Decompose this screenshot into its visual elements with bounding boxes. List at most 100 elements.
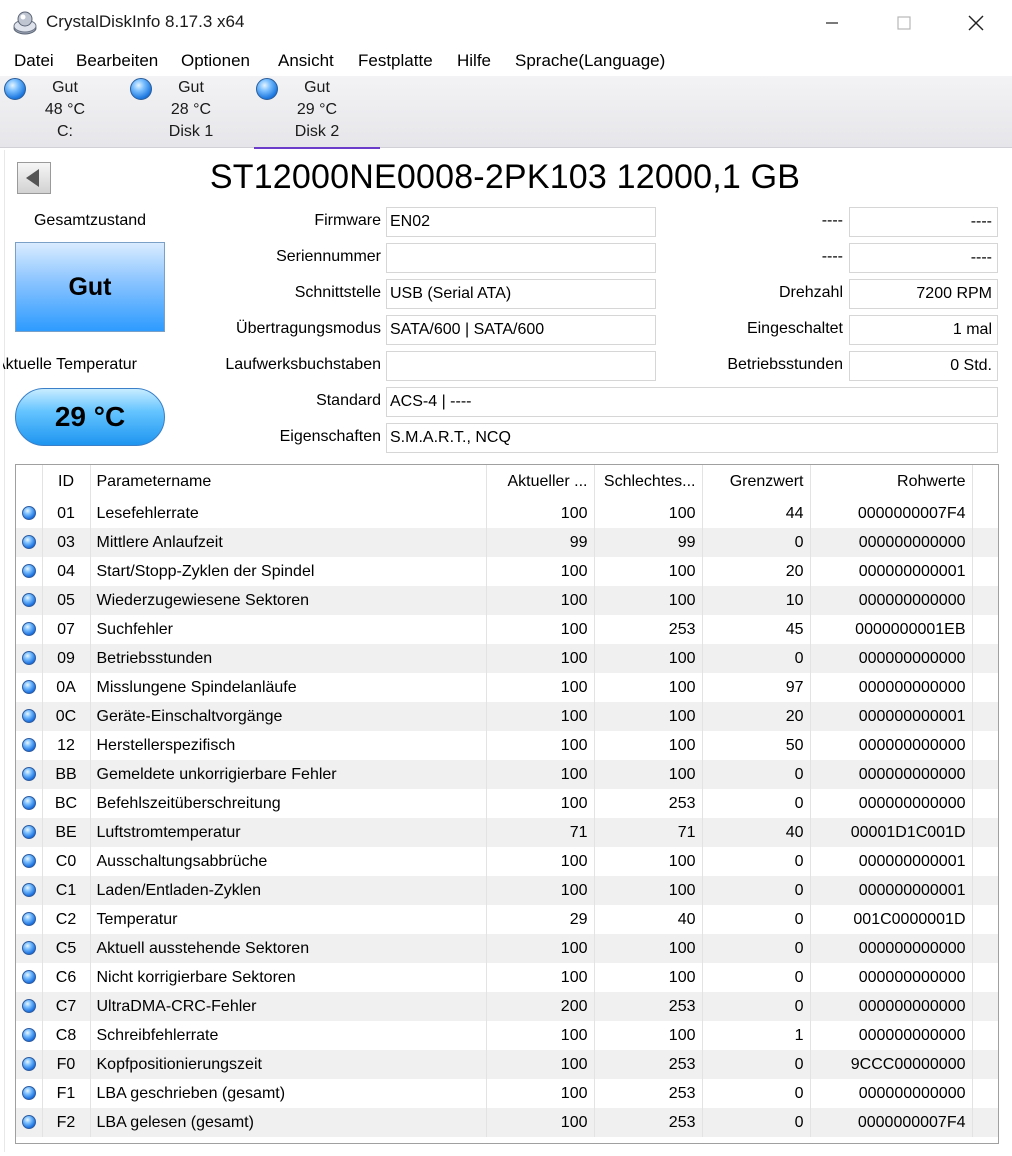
attribute-id: C8: [42, 1021, 91, 1050]
disk-tab-c[interactable]: Gut 48 °C C:: [2, 76, 128, 146]
maximize-button[interactable]: [872, 0, 936, 46]
attribute-name: Laden/Entladen-Zyklen: [90, 876, 487, 905]
attribute-name: Gemeldete unkorrigierbare Fehler: [90, 760, 487, 789]
table-row[interactable]: 09 Betriebsstunden 100 100 0 000000000000: [16, 644, 998, 673]
table-row[interactable]: C2 Temperatur 29 40 0 001C0000001D: [16, 905, 998, 934]
power-on-hours-field: 0 Std.: [849, 351, 998, 381]
column-header-status[interactable]: [16, 465, 43, 499]
attribute-id: C2: [42, 905, 91, 934]
attribute-id: BC: [42, 789, 91, 818]
menu-sprache[interactable]: Sprache(Language): [515, 51, 665, 71]
row-filler: [972, 1108, 998, 1137]
temperature-value: 29 °C: [54, 401, 126, 432]
rotation-rate-label: Drehzahl: [778, 284, 843, 301]
minimize-button[interactable]: [800, 0, 864, 46]
table-row[interactable]: BC Befehlszeitüberschreitung 100 253 0 000000…: [16, 789, 998, 818]
column-header-id[interactable]: ID: [42, 465, 91, 499]
table-row[interactable]: 12 Herstellerspezifisch 100 100 50 0000000000…: [16, 731, 998, 760]
table-row[interactable]: F2 LBA gelesen (gesamt) 100 253 0 0000000007F…: [16, 1108, 998, 1137]
temperature-button[interactable]: 29 °C: [15, 388, 165, 446]
table-row[interactable]: C7 UltraDMA-CRC-Fehler 200 253 0 000000000000: [16, 992, 998, 1021]
column-header-raw[interactable]: Rohwerte: [810, 465, 973, 499]
attribute-id: 0C: [42, 702, 91, 731]
disk-tab-temp: 48 °C: [44, 101, 86, 118]
close-button[interactable]: [944, 0, 1008, 46]
attribute-name: LBA geschrieben (gesamt): [90, 1079, 487, 1108]
attribute-name: Start/Stopp-Zyklen der Spindel: [90, 557, 487, 586]
menu-hilfe[interactable]: Hilfe: [457, 51, 491, 71]
disk-tab-name: Disk 2: [294, 123, 340, 140]
worst-value: 100: [594, 934, 703, 963]
table-row[interactable]: 0C Geräte-Einschaltvorgänge 100 100 20 000000…: [16, 702, 998, 731]
row-filler: [972, 963, 998, 992]
status-cell: [16, 876, 43, 905]
table-row[interactable]: 04 Start/Stopp-Zyklen der Spindel 100 100 20…: [16, 557, 998, 586]
attribute-name: Suchfehler: [90, 615, 487, 644]
table-row[interactable]: 01 Lesefehlerrate 100 100 44 0000000007F4: [16, 499, 998, 528]
current-value: 100: [486, 847, 595, 876]
disk-tab-disk2[interactable]: Gut 29 °C Disk 2: [254, 76, 380, 149]
table-row[interactable]: F1 LBA geschrieben (gesamt) 100 253 0 0000000…: [16, 1079, 998, 1108]
current-value: 99: [486, 528, 595, 557]
threshold-value: 44: [702, 499, 811, 528]
column-header-name[interactable]: Parametername: [90, 465, 487, 499]
status-cell: [16, 1108, 43, 1137]
attribute-id: 12: [42, 731, 91, 760]
worst-value: 99: [594, 528, 703, 557]
menu-optionen[interactable]: Optionen: [181, 51, 250, 71]
attribute-name: Lesefehlerrate: [90, 499, 487, 528]
worst-value: 100: [594, 1021, 703, 1050]
column-header-worst[interactable]: Schlechtes...: [594, 465, 703, 499]
table-row[interactable]: C0 Ausschaltungsabbrüche 100 100 0 0000000000…: [16, 847, 998, 876]
current-value: 100: [486, 557, 595, 586]
table-row[interactable]: C6 Nicht korrigierbare Sektoren 100 100 0 000…: [16, 963, 998, 992]
serial-label: Seriennummer: [276, 248, 381, 265]
threshold-value: 0: [702, 1108, 811, 1137]
current-value: 100: [486, 644, 595, 673]
worst-value: 40: [594, 905, 703, 934]
previous-disk-button[interactable]: [17, 162, 51, 194]
current-value: 100: [486, 615, 595, 644]
column-header-current[interactable]: Aktueller ...: [486, 465, 595, 499]
table-row[interactable]: F0 Kopfpositionierungszeit 100 253 0 9CCC0000…: [16, 1050, 998, 1079]
worst-value: 100: [594, 673, 703, 702]
worst-value: 253: [594, 1050, 703, 1079]
row-filler: [972, 673, 998, 702]
current-value: 100: [486, 876, 595, 905]
menu-datei[interactable]: Datei: [14, 51, 54, 71]
threshold-value: 0: [702, 847, 811, 876]
threshold-value: 0: [702, 992, 811, 1021]
raw-value: 000000000001: [810, 557, 973, 586]
row-filler: [972, 615, 998, 644]
unknown-label-2: ----: [821, 248, 843, 265]
table-row[interactable]: 0A Misslungene Spindelanläufe 100 100 97 0000…: [16, 673, 998, 702]
table-row[interactable]: C5 Aktuell ausstehende Sektoren 100 100 0 000…: [16, 934, 998, 963]
table-row[interactable]: C8 Schreibfehlerrate 100 100 1 000000000000: [16, 1021, 998, 1050]
threshold-value: 0: [702, 934, 811, 963]
table-row[interactable]: BE Luftstromtemperatur 71 71 40 00001D1C001D: [16, 818, 998, 847]
disk-tab-name: Disk 1: [168, 123, 214, 140]
raw-value: 000000000001: [810, 876, 973, 905]
temperature-label: Aktuelle Temperatur: [3, 356, 137, 373]
raw-value: 000000000000: [810, 992, 973, 1021]
disk-tab-disk1[interactable]: Gut 28 °C Disk 1: [128, 76, 254, 146]
health-status-button[interactable]: Gut: [15, 242, 165, 332]
table-row[interactable]: 03 Mittlere Anlaufzeit 99 99 0 000000000000: [16, 528, 998, 557]
menu-festplatte[interactable]: Festplatte: [358, 51, 433, 71]
menu-ansicht[interactable]: Ansicht: [278, 51, 334, 71]
column-header-filler: [972, 465, 998, 499]
disk-tab-name: C:: [57, 123, 73, 140]
row-filler: [972, 702, 998, 731]
table-row[interactable]: C1 Laden/Entladen-Zyklen 100 100 0 0000000000…: [16, 876, 998, 905]
arrow-left-icon: [26, 169, 39, 187]
threshold-value: 0: [702, 528, 811, 557]
status-good-icon: [21, 883, 36, 898]
table-row[interactable]: BB Gemeldete unkorrigierbare Fehler 100 100…: [16, 760, 998, 789]
table-row[interactable]: 07 Suchfehler 100 253 45 0000000001EB: [16, 615, 998, 644]
attribute-name: LBA gelesen (gesamt): [90, 1108, 487, 1137]
current-value: 29: [486, 905, 595, 934]
table-row[interactable]: 05 Wiederzugewiesene Sektoren 100 100 10 0000…: [16, 586, 998, 615]
menu-bearbeiten[interactable]: Bearbeiten: [76, 51, 158, 71]
firmware-field: EN02: [386, 207, 656, 237]
column-header-threshold[interactable]: Grenzwert: [702, 465, 811, 499]
